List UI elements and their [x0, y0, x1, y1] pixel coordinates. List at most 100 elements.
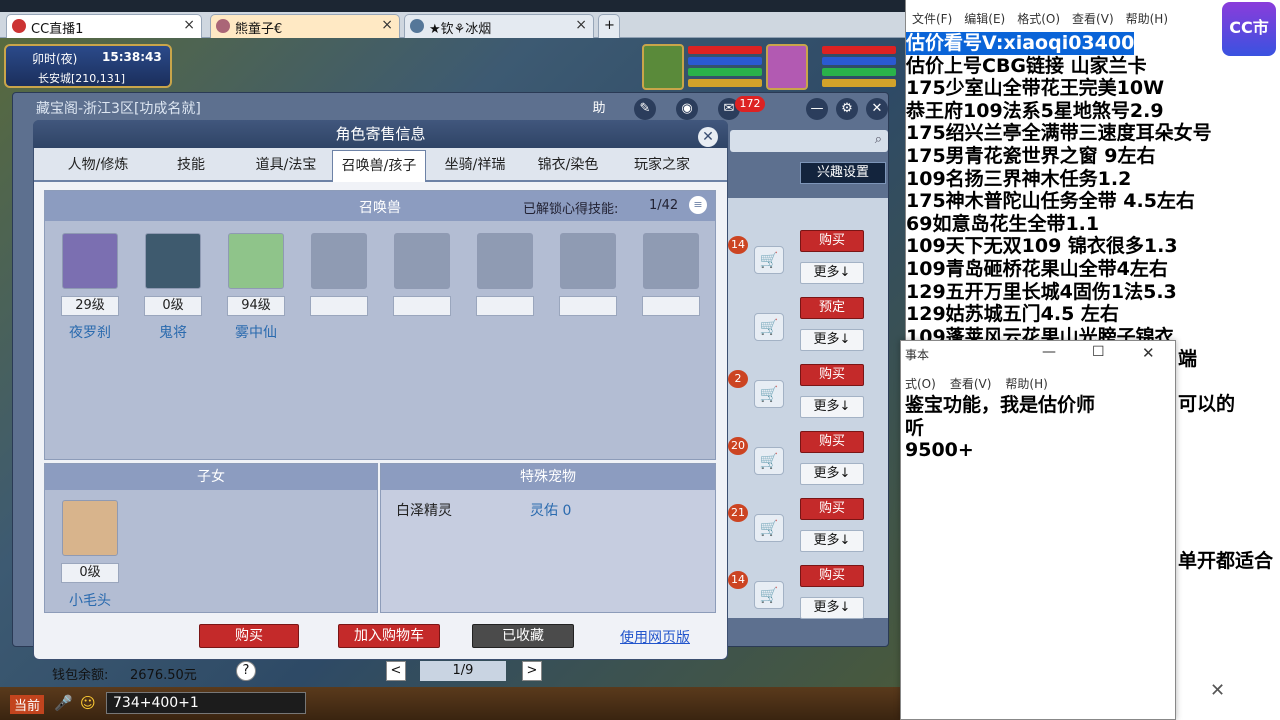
pet-slot-2[interactable]: [145, 233, 201, 289]
notepad-text[interactable]: 估价看号V:xiaoqi03400 估价上号CBG链接 山家兰卡 175少室山全带花…: [906, 32, 1280, 348]
close-icon[interactable]: ✕: [1210, 680, 1225, 701]
tab-pets-children[interactable]: 召唤兽/孩子: [332, 150, 426, 182]
pet-name[interactable]: 鬼将: [138, 322, 208, 342]
menu-help[interactable]: 帮助(H): [1126, 12, 1168, 26]
listing-action-button[interactable]: 购买: [800, 565, 864, 587]
pet-level-empty: [476, 296, 534, 316]
pets-header-label: 召唤兽: [359, 200, 401, 216]
tab-mounts[interactable]: 坐骑/祥瑞: [432, 150, 518, 182]
prev-page-button[interactable]: <: [386, 661, 406, 681]
chat-input[interactable]: 734+400+1: [106, 692, 306, 714]
tab-items[interactable]: 道具/法宝: [242, 150, 330, 182]
window-title: 藏宝阁-浙江3区[功成名就]: [36, 101, 201, 117]
pet-portrait[interactable]: [642, 44, 684, 90]
close-icon[interactable]: ×: [575, 17, 587, 33]
buy-button[interactable]: 购买: [199, 624, 299, 648]
web-version-link[interactable]: 使用网页版: [620, 627, 690, 647]
browser-tab-3[interactable]: ★钦⚘冰烟 ×: [404, 14, 594, 38]
add-to-cart-button[interactable]: 加入购物车: [338, 624, 440, 648]
cart-icon[interactable]: 🛒: [754, 447, 784, 475]
emoji-icon[interactable]: ☺: [80, 694, 96, 712]
menu-help[interactable]: 帮助(H): [1005, 377, 1047, 391]
child-name[interactable]: 小毛头: [55, 590, 125, 610]
pet-slot-1[interactable]: [62, 233, 118, 289]
next-page-button[interactable]: >: [522, 661, 542, 681]
pet-slot-empty[interactable]: [394, 233, 450, 289]
minimize-icon[interactable]: —: [806, 98, 828, 120]
tab-character[interactable]: 人物/修炼: [50, 150, 146, 182]
more-button[interactable]: 更多↓: [800, 597, 864, 619]
more-button[interactable]: 更多↓: [800, 396, 864, 418]
microphone-icon[interactable]: 🎤: [54, 694, 73, 712]
listing-action-button[interactable]: 购买: [800, 364, 864, 386]
cart-icon[interactable]: 🛒: [754, 313, 784, 341]
settings-icon[interactable]: ◉: [676, 98, 698, 120]
note-line: 129姑苏城五门4.5 左右: [906, 303, 1119, 326]
pet-name[interactable]: 雾中仙: [221, 322, 291, 342]
cart-icon[interactable]: 🛒: [754, 581, 784, 609]
tab-skills[interactable]: 技能: [160, 150, 222, 182]
cart-icon[interactable]: 🛒: [754, 514, 784, 542]
notepad2-text[interactable]: 鉴宝功能，我是估价师 听 9500+: [905, 394, 1095, 462]
search-input[interactable]: ⌕: [730, 130, 888, 152]
browser-tab-2[interactable]: 熊童子€ ×: [210, 14, 400, 38]
minimize-icon[interactable]: —: [1042, 344, 1056, 360]
pet-slot-empty[interactable]: [311, 233, 367, 289]
maximize-icon[interactable]: ☐: [1092, 344, 1105, 360]
tab-player-home[interactable]: 玩家之家: [620, 150, 704, 182]
help-icon[interactable]: ?: [236, 661, 256, 681]
top-strip: [0, 0, 905, 12]
close-icon[interactable]: ×: [183, 17, 195, 33]
menu-format[interactable]: 格式(O): [1017, 12, 1060, 26]
more-button[interactable]: 更多↓: [800, 530, 864, 552]
close-icon[interactable]: ✕: [1142, 344, 1155, 362]
pet-slot-empty[interactable]: [477, 233, 533, 289]
more-button[interactable]: 更多↓: [800, 262, 864, 284]
list-icon[interactable]: ≡: [689, 196, 707, 214]
favorited-button[interactable]: 已收藏: [472, 624, 574, 648]
pet-name[interactable]: 夜罗刹: [55, 322, 125, 342]
menu-view[interactable]: 查看(V): [1072, 12, 1114, 26]
more-button[interactable]: 更多↓: [800, 463, 864, 485]
share-icon[interactable]: ✎: [634, 98, 656, 120]
menu-edit[interactable]: 编辑(E): [964, 12, 1005, 26]
cart-icon[interactable]: 🛒: [754, 380, 784, 408]
special-pets-header: 特殊宠物: [381, 464, 715, 490]
listing-action-button[interactable]: 购买: [800, 230, 864, 252]
tab-label: ★钦⚘冰烟: [429, 22, 492, 37]
menu-file[interactable]: 文件(F): [912, 12, 952, 26]
close-icon[interactable]: ×: [381, 17, 393, 33]
skills-unlocked-label: 已解锁心得技能:: [523, 202, 619, 217]
pet-slot-empty[interactable]: [560, 233, 616, 289]
gear-icon[interactable]: ⚙: [836, 98, 858, 120]
pet-slot-3[interactable]: [228, 233, 284, 289]
search-icon[interactable]: ⌕: [875, 132, 882, 147]
skills-unlocked-value: 1/42: [649, 198, 679, 213]
browser-tab-1[interactable]: CC直播1 ×: [6, 14, 202, 38]
close-icon[interactable]: ✕: [698, 127, 718, 147]
interest-settings-button[interactable]: 兴趣设置: [800, 162, 886, 184]
note-line: 69如意岛花生全带1.1: [906, 212, 1100, 235]
note-fragment: 单开都适合: [1178, 550, 1274, 572]
player-portrait[interactable]: [766, 44, 808, 90]
new-tab-button[interactable]: +: [598, 14, 620, 38]
menu-format[interactable]: 式(O): [905, 377, 936, 391]
menu-view[interactable]: 查看(V): [950, 377, 992, 391]
help-button[interactable]: 助: [588, 98, 610, 120]
listing-action-button[interactable]: 预定: [800, 297, 864, 319]
notepad-menu: 文件(F) 编辑(E) 格式(O) 查看(V) 帮助(H): [912, 10, 1168, 27]
browser-tab-bar: CC直播1 × 熊童子€ × ★钦⚘冰烟 × +: [0, 12, 905, 38]
listing-action-button[interactable]: 购买: [800, 431, 864, 453]
more-button[interactable]: 更多↓: [800, 329, 864, 351]
listing-action-button[interactable]: 购买: [800, 498, 864, 520]
close-icon[interactable]: ✕: [866, 98, 888, 120]
pet-slot-empty[interactable]: [643, 233, 699, 289]
location-coords: 长安城[210,131]: [38, 72, 126, 85]
tab-outfits[interactable]: 锦衣/染色: [526, 150, 610, 182]
avatar-icon: [410, 19, 424, 33]
chat-mode[interactable]: 当前: [10, 695, 45, 714]
note-line: 鉴宝功能，我是估价师: [905, 394, 1096, 416]
listing-count-badge: 14: [728, 236, 748, 254]
child-slot-1[interactable]: [62, 500, 118, 556]
cart-icon[interactable]: 🛒: [754, 246, 784, 274]
